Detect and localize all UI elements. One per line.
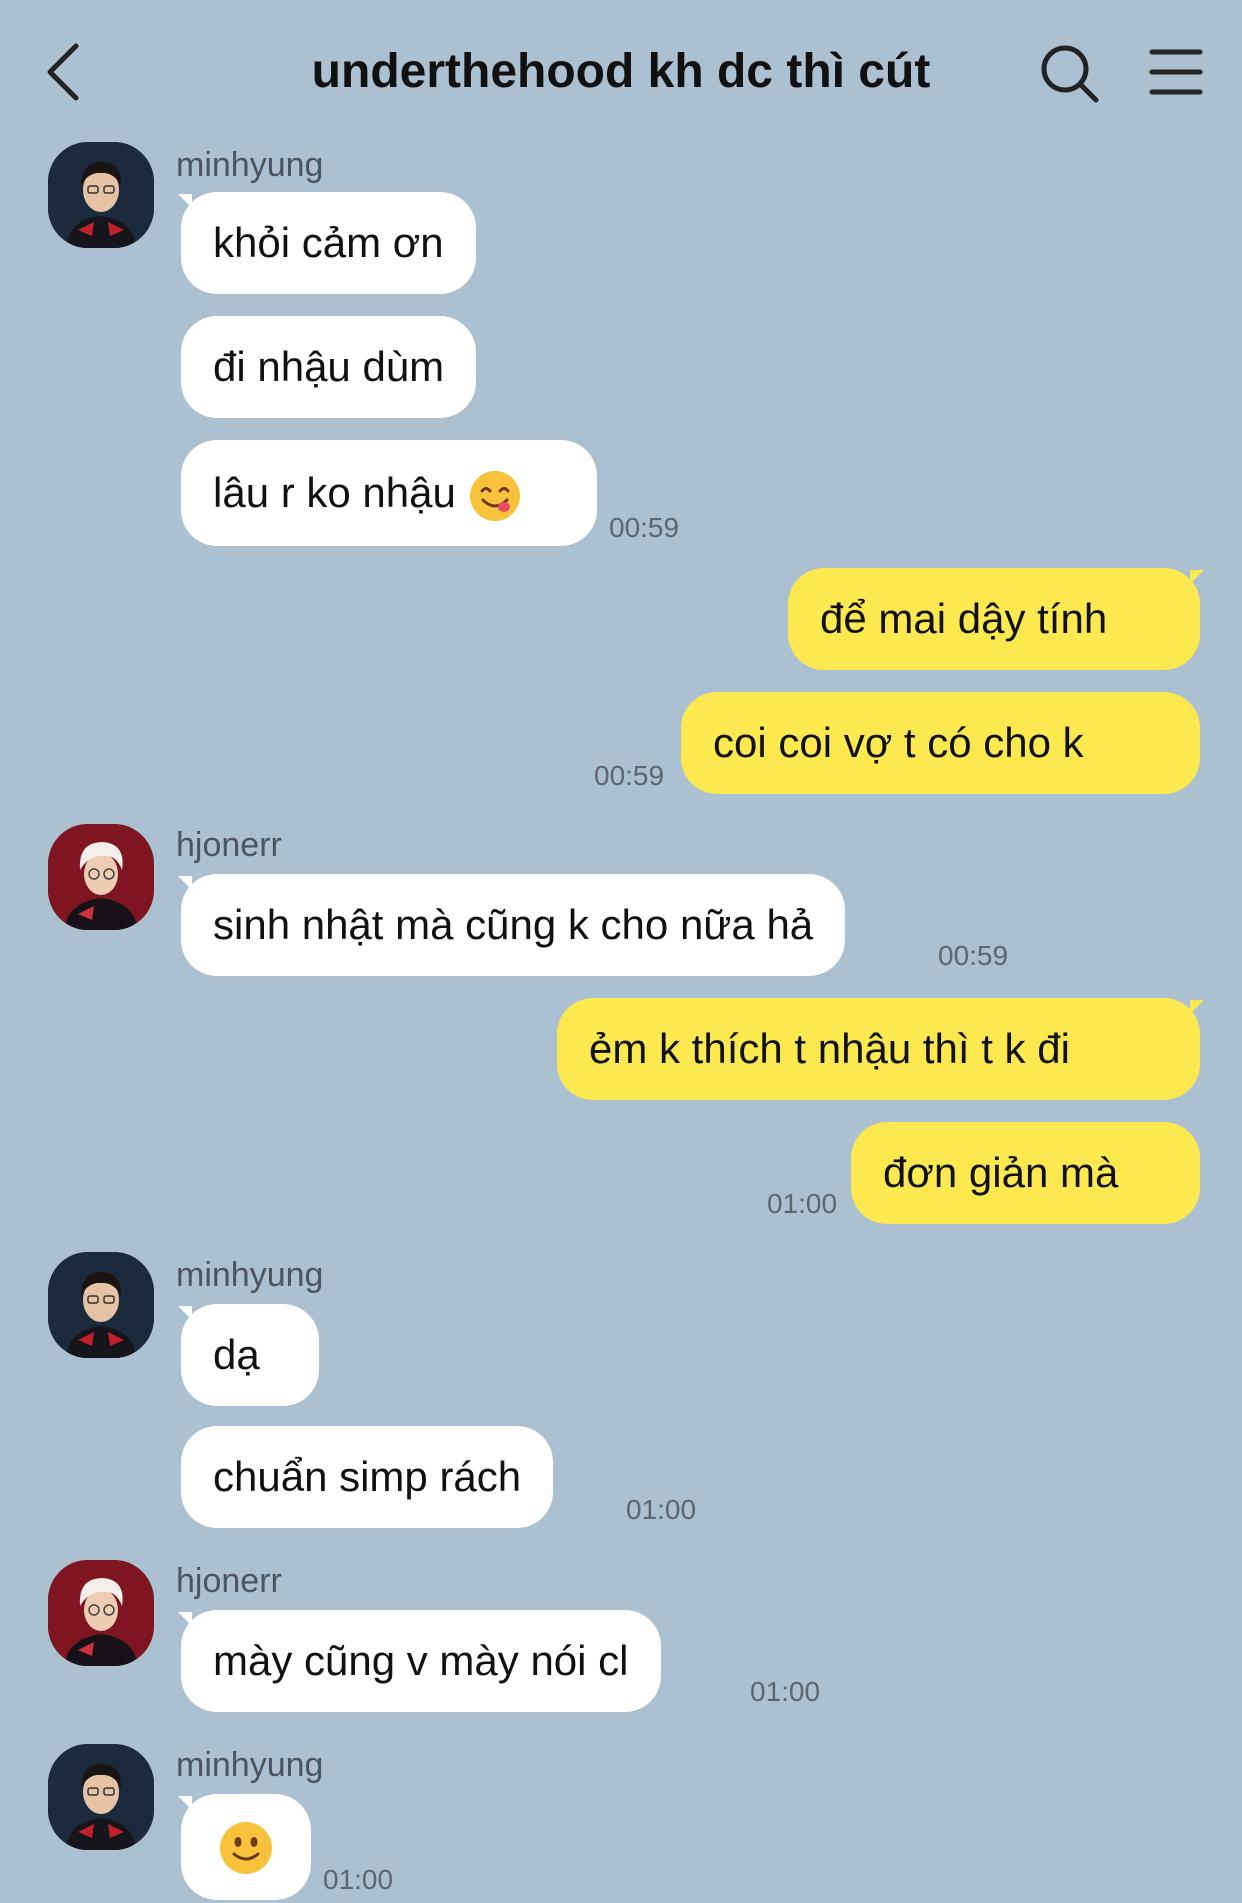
message-bubble[interactable]: dạ: [181, 1304, 319, 1406]
message-time: 00:59: [594, 760, 665, 791]
message-bubble[interactable]: đi nhậu dùm: [181, 316, 477, 418]
message-time: 01:00: [323, 1864, 394, 1895]
message-bubble[interactable]: để mai dậy tính: [788, 568, 1200, 670]
message-text: lâu r ko nhậu: [213, 469, 456, 516]
bubble-tail: [1190, 1000, 1204, 1014]
avatar-minhyung[interactable]: [48, 1744, 154, 1850]
message-time: 00:59: [609, 512, 680, 543]
search-icon: [1041, 45, 1099, 103]
avatar-image: [48, 142, 154, 248]
avatar-minhyung[interactable]: [48, 142, 154, 248]
message-bubble[interactable]: sinh nhật mà cũng k cho nữa hả: [181, 874, 846, 976]
menu-button[interactable]: [1148, 46, 1204, 98]
avatar-image: [48, 1560, 154, 1666]
avatar-image: [48, 1744, 154, 1850]
chat-title: underthehood kh dc thì cút: [311, 45, 931, 98]
back-button[interactable]: [40, 40, 90, 104]
message-bubble[interactable]: đơn giản mà: [851, 1122, 1200, 1224]
avatar-minhyung[interactable]: [48, 1252, 154, 1358]
message-bubble[interactable]: chuẩn simp rách: [181, 1426, 554, 1528]
sender-name: hjonerr: [176, 826, 282, 864]
sender-name: minhyung: [176, 1256, 324, 1294]
face-savoring-food-emoji: [469, 470, 520, 521]
chat-header: underthehood kh dc thì cút: [0, 0, 1242, 140]
message-bubble[interactable]: lâu r ko nhậu: [181, 440, 597, 546]
message-time: 01:00: [767, 1188, 838, 1219]
message-bubble[interactable]: ẻm k thích t nhậu thì t k đi: [557, 998, 1200, 1100]
message-bubble[interactable]: [181, 1794, 311, 1900]
slightly-smiling-face-emoji: [220, 1821, 272, 1874]
hamburger-menu-icon: [1149, 49, 1203, 95]
message-bubble[interactable]: coi coi vợ t có cho k: [681, 692, 1200, 794]
bubble-tail: [1190, 570, 1204, 584]
sender-name: minhyung: [176, 1746, 324, 1784]
sender-name: minhyung: [176, 146, 324, 184]
message-time: 01:00: [750, 1676, 821, 1707]
avatar-hjonerr[interactable]: [48, 1560, 154, 1666]
search-button[interactable]: [1038, 42, 1102, 106]
sender-name: hjonerr: [176, 1562, 282, 1600]
avatar-image: [48, 824, 154, 930]
message-time: 01:00: [626, 1494, 697, 1525]
avatar-image: [48, 1252, 154, 1358]
message-time: 00:59: [938, 940, 1009, 971]
avatar-hjonerr[interactable]: [48, 824, 154, 930]
message-bubble[interactable]: mày cũng v mày nói cl: [181, 1610, 661, 1712]
message-bubble[interactable]: khỏi cảm ơn: [181, 192, 476, 294]
chevron-left-icon: [47, 43, 79, 101]
